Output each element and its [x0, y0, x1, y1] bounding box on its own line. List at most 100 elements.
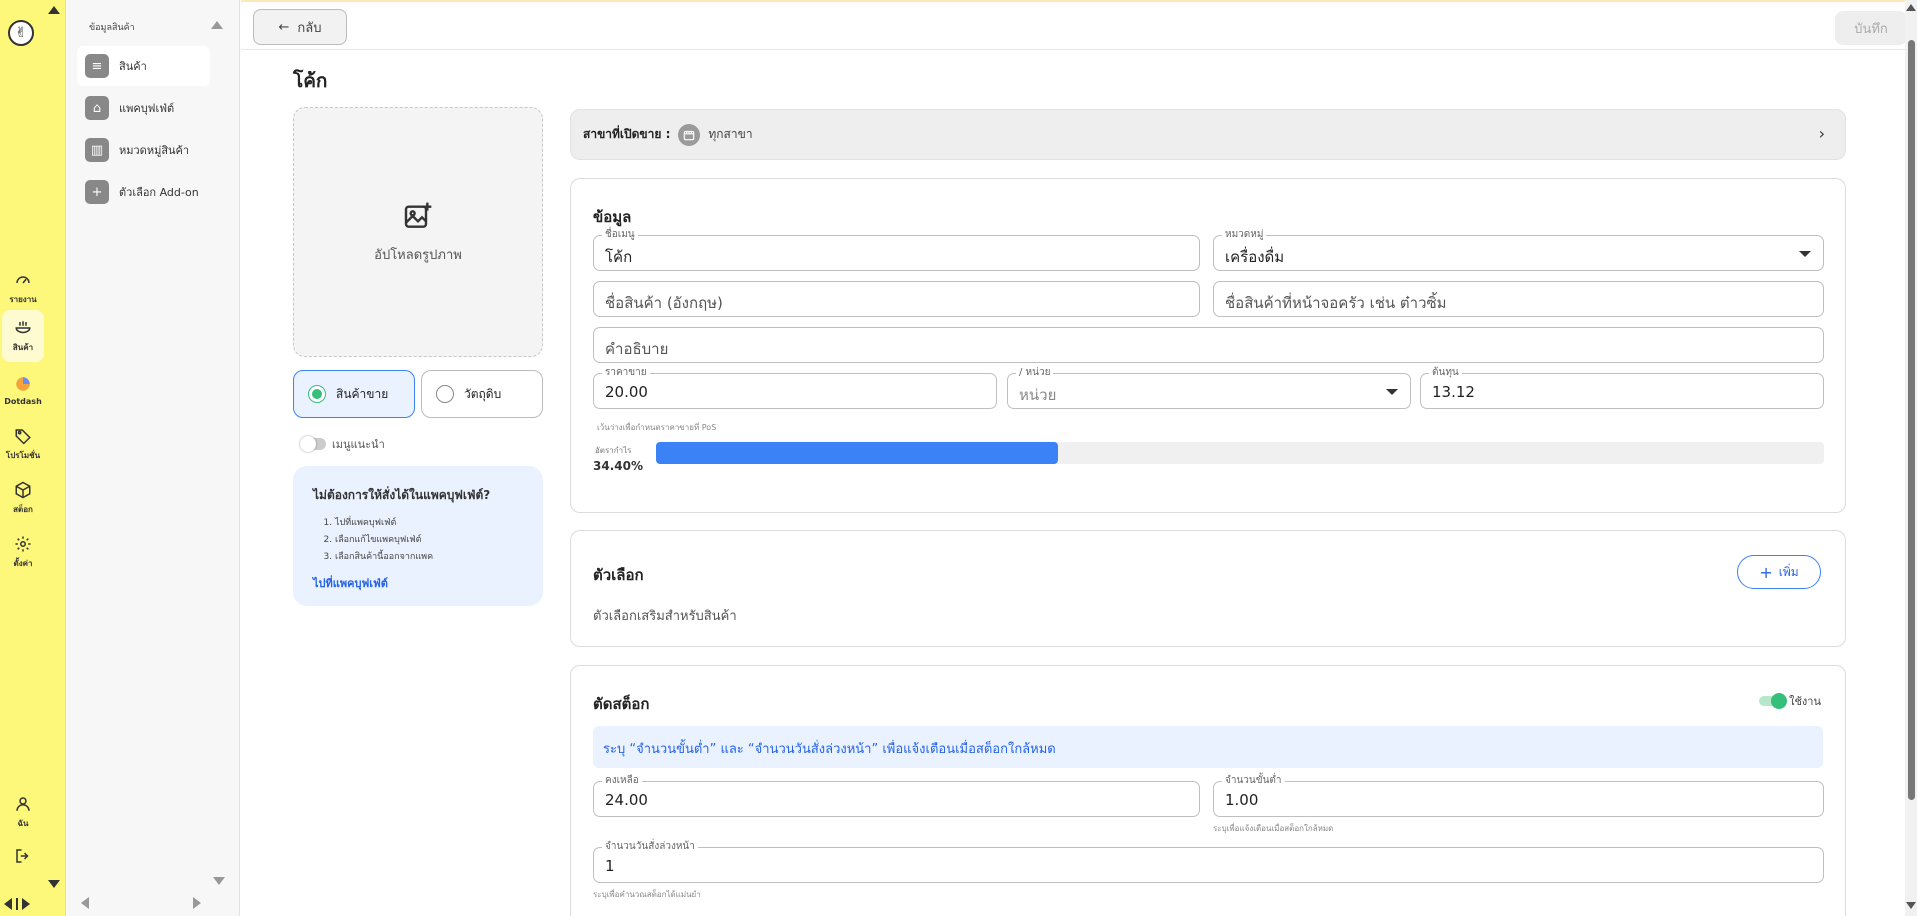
- food-bowl-icon: [15, 320, 31, 333]
- minimum-hint: ระบุเพื่อแจ้งเตือนเมื่อสต็อกใกล้หมด: [1213, 824, 1334, 833]
- lead-days-input[interactable]: จำนวนวันสั่งล่วงหน้า 1: [593, 841, 1824, 883]
- go-to-buffet-link[interactable]: ไปที่แพคบุฟเฟ่ต์: [313, 574, 523, 592]
- price-hint: เว้นว่างเพื่อกำหนดราคาขายที่ PoS: [597, 423, 717, 432]
- buffet-info-box: ไม่ต้องการให้สั่งได้ในแพคบุฟเฟ่ต์? ไปที่…: [293, 466, 543, 606]
- field-label: หมวดหมู่: [1222, 229, 1267, 241]
- description-input[interactable]: คำอธิบาย: [593, 327, 1824, 363]
- card-title: ข้อมูล: [593, 208, 632, 226]
- field-label: ต้นทุน: [1429, 367, 1462, 379]
- logout-icon: [16, 849, 29, 863]
- chevron-right-icon: ›: [1818, 124, 1825, 143]
- field-label: ราคาขาย: [602, 367, 650, 379]
- rail-item-reports[interactable]: รายงาน: [2, 262, 44, 314]
- rail-item-profile[interactable]: ฉัน: [2, 786, 44, 838]
- stock-enable-toggle[interactable]: ใช้งาน: [1759, 692, 1821, 710]
- rail-item-settings[interactable]: ตั้งค่า: [2, 526, 44, 578]
- tag-icon: [15, 428, 31, 445]
- stock-card: ตัดสต็อก ใช้งาน ระบุ “จำนวนขั้นต่ำ” และ …: [570, 665, 1846, 916]
- minimum-stock-input[interactable]: จำนวนขั้นต่ำ 1.00: [1213, 775, 1824, 817]
- remaining-stock-input[interactable]: คงเหลือ 24.00: [593, 775, 1200, 817]
- caret-down-icon: [1386, 389, 1398, 395]
- profit-bar: [656, 442, 1824, 464]
- plus-icon: +: [1759, 562, 1773, 582]
- main-rail: ✌ รายงาน สินค้า Dotdash โปรโมชั่น สต็อก …: [0, 0, 66, 916]
- logout-button[interactable]: [2, 834, 44, 878]
- product-type-sale-radio[interactable]: สินค้าขาย: [293, 370, 415, 418]
- options-card: ตัวเลือก + เพิ่ม ตัวเลือกเสริมสำหรับสินค…: [570, 530, 1846, 647]
- collapse-caret-icon[interactable]: [211, 21, 223, 29]
- category-icon: ▥: [85, 138, 109, 162]
- field-label: ชื่อเมนู: [602, 229, 638, 241]
- cost-input[interactable]: ต้นทุน 13.12: [1420, 367, 1824, 409]
- info-steps: ไปที่แพคบุฟเฟ่ต์ เลือกแก้ไขแพคบุฟเฟ่ต์ เ…: [313, 515, 523, 566]
- subnav-scroll-right-icon[interactable]: [193, 897, 201, 909]
- save-button[interactable]: บันทึก: [1835, 11, 1907, 45]
- subnav-item-addons[interactable]: + ตัวเลือก Add-on: [77, 172, 210, 212]
- rail-item-label: โปรโมชั่น: [5, 450, 41, 460]
- add-label: เพิ่ม: [1778, 564, 1799, 579]
- rail-item-promotions[interactable]: โปรโมชั่น: [2, 418, 44, 470]
- subnav-item-products[interactable]: ≡ สินค้า: [77, 46, 210, 86]
- rail-item-label: สต็อก: [13, 504, 33, 514]
- category-select[interactable]: หมวดหมู่ เครื่องดื่ม: [1213, 229, 1824, 271]
- image-upload-dropzone[interactable]: อัปโหลดรูปภาพ: [293, 107, 543, 357]
- rail-item-label: Dotdash: [4, 396, 42, 406]
- rail-item-stock[interactable]: สต็อก: [2, 472, 44, 524]
- scroll-left-icon[interactable]: [4, 898, 12, 910]
- subnav-heading: ข้อมูลสินค้า: [89, 23, 135, 33]
- app-logo[interactable]: ✌: [8, 20, 34, 46]
- top-bar: ← กลับ บันทึก: [241, 0, 1907, 50]
- scroll-thumb[interactable]: [16, 898, 18, 910]
- upload-label: อัปโหลดรูปภาพ: [374, 247, 462, 263]
- rail-item-label: ตั้งค่า: [13, 558, 33, 568]
- page-scrollbar[interactable]: [1905, 0, 1917, 916]
- scroll-down-icon[interactable]: [1906, 902, 1916, 909]
- add-option-button[interactable]: + เพิ่ม: [1737, 555, 1821, 589]
- radio-unselected-icon: [436, 385, 454, 403]
- field-label: / หน่วย: [1016, 367, 1054, 379]
- radio-label: สินค้าขาย: [336, 386, 389, 401]
- toggle-switch[interactable]: [1759, 693, 1788, 709]
- subnav-item-label: หมวดหมู่สินค้า: [119, 144, 190, 157]
- subnav-scroll-down-icon[interactable]: [213, 877, 225, 885]
- rail-horizontal-scroll[interactable]: [4, 898, 30, 910]
- unit-select[interactable]: / หน่วย หน่วย: [1007, 367, 1411, 409]
- subnav-item-categories[interactable]: ▥ หมวดหมู่สินค้า: [77, 130, 210, 170]
- field-placeholder: คำอธิบาย: [605, 340, 669, 358]
- field-value: 1: [605, 857, 615, 875]
- toggle-switch[interactable]: [300, 436, 326, 452]
- branch-selector[interactable]: สาขาที่เปิดขาย : ทุกสาขา ›: [570, 109, 1846, 160]
- info-title: ไม่ต้องการให้สั่งได้ในแพคบุฟเฟ่ต์?: [313, 488, 491, 502]
- subnav-scroll-left-icon[interactable]: [81, 897, 89, 909]
- subnav-item-label: สินค้า: [119, 60, 147, 73]
- scroll-right-icon[interactable]: [22, 898, 30, 910]
- arrow-left-icon: ←: [278, 19, 290, 35]
- product-subnav: ข้อมูลสินค้า ≡ สินค้า ⌂ แพคบุฟเฟ่ต์ ▥ หม…: [67, 0, 240, 916]
- rail-item-label: ฉัน: [17, 818, 29, 828]
- rail-item-products[interactable]: สินค้า: [2, 310, 44, 362]
- rail-scroll-up-icon[interactable]: [48, 6, 60, 14]
- branch-label: สาขาที่เปิดขาย :: [583, 127, 671, 141]
- stock-info-banner: ระบุ “จำนวนขั้นต่ำ” และ “จำนวนวันสั่งล่ว…: [593, 726, 1823, 768]
- back-button[interactable]: ← กลับ: [253, 9, 347, 45]
- info-card: ข้อมูล ชื่อเมนู โค้ก หมวดหมู่ เครื่องดื่…: [570, 178, 1846, 513]
- price-input[interactable]: ราคาขาย 20.00: [593, 367, 997, 409]
- kitchen-name-input[interactable]: ชื่อสินค้าที่หน้าจอครัว เช่น ต๋าวซิ้ม: [1213, 281, 1824, 317]
- field-value: โค้ก: [605, 248, 633, 266]
- scroll-thumb[interactable]: [1908, 40, 1915, 800]
- field-value: 24.00: [605, 791, 648, 809]
- recommended-menu-toggle[interactable]: เมนูแนะนำ: [300, 435, 385, 453]
- dotdash-icon: [16, 376, 30, 391]
- toggle-label: ใช้งาน: [1789, 695, 1821, 708]
- subnav-item-buffet[interactable]: ⌂ แพคบุฟเฟ่ต์: [77, 88, 210, 128]
- plus-icon: +: [85, 180, 109, 204]
- rail-scroll-down-icon[interactable]: [48, 880, 60, 888]
- subnav-item-label: ตัวเลือก Add-on: [119, 186, 199, 199]
- page-title: โค้ก: [293, 70, 328, 92]
- field-label: คงเหลือ: [602, 775, 642, 787]
- scroll-up-icon[interactable]: [1906, 4, 1916, 11]
- rail-item-dotdash[interactable]: Dotdash: [2, 364, 44, 416]
- menu-name-field[interactable]: ชื่อเมนู โค้ก: [593, 229, 1200, 271]
- name-en-input[interactable]: ชื่อสินค้า (อังกฤษ): [593, 281, 1200, 317]
- product-type-ingredient-radio[interactable]: วัตถุดิบ: [421, 370, 543, 418]
